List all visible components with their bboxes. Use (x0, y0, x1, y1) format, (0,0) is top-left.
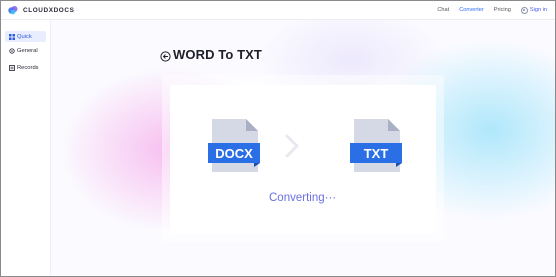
app-window: CLOUDXDOCS Chat Converter Pricing Sign i… (0, 0, 556, 277)
grid-icon (9, 33, 15, 40)
top-nav: Chat Converter Pricing Sign in (427, 6, 547, 14)
brand-name: CLOUDXDOCS (23, 6, 75, 14)
main-content: WORD To TXT DOCX TXT Converting··· (51, 20, 555, 276)
nav-pricing[interactable]: Pricing (494, 7, 511, 13)
user-icon (520, 6, 528, 14)
conversion-status: Converting··· (269, 192, 337, 204)
sidebar: Quick General Records (1, 20, 51, 276)
sidebar-item-general[interactable]: General (5, 45, 46, 56)
page-title-text: WORD To TXT (173, 47, 262, 62)
sidebar-item-records[interactable]: Records (5, 62, 46, 73)
sidebar-item-quick[interactable]: Quick (5, 31, 46, 42)
sign-in-label: Sign in (529, 7, 547, 13)
sidebar-item-label: Quick (17, 33, 32, 40)
source-file-icon: DOCX (208, 118, 264, 179)
nav-converter[interactable]: Converter (459, 7, 484, 13)
cycle-icon (9, 47, 15, 54)
sidebar-item-label: General (17, 47, 38, 54)
nav-chat[interactable]: Chat (437, 7, 449, 13)
target-file-icon: TXT (350, 118, 406, 179)
target-format-label: TXT (364, 146, 389, 161)
brand[interactable]: CLOUDXDOCS (7, 4, 74, 16)
back-arrow-icon[interactable] (160, 49, 171, 62)
records-icon (9, 64, 15, 71)
cloud-logo-icon (7, 4, 19, 16)
sidebar-item-label: Records (17, 64, 39, 71)
page-title: WORD To TXT (160, 47, 262, 62)
sign-in-button[interactable]: Sign in (520, 6, 547, 14)
chevron-right-icon (285, 134, 299, 163)
top-navbar: CLOUDXDOCS Chat Converter Pricing Sign i… (1, 1, 555, 20)
source-format-label: DOCX (215, 146, 253, 161)
